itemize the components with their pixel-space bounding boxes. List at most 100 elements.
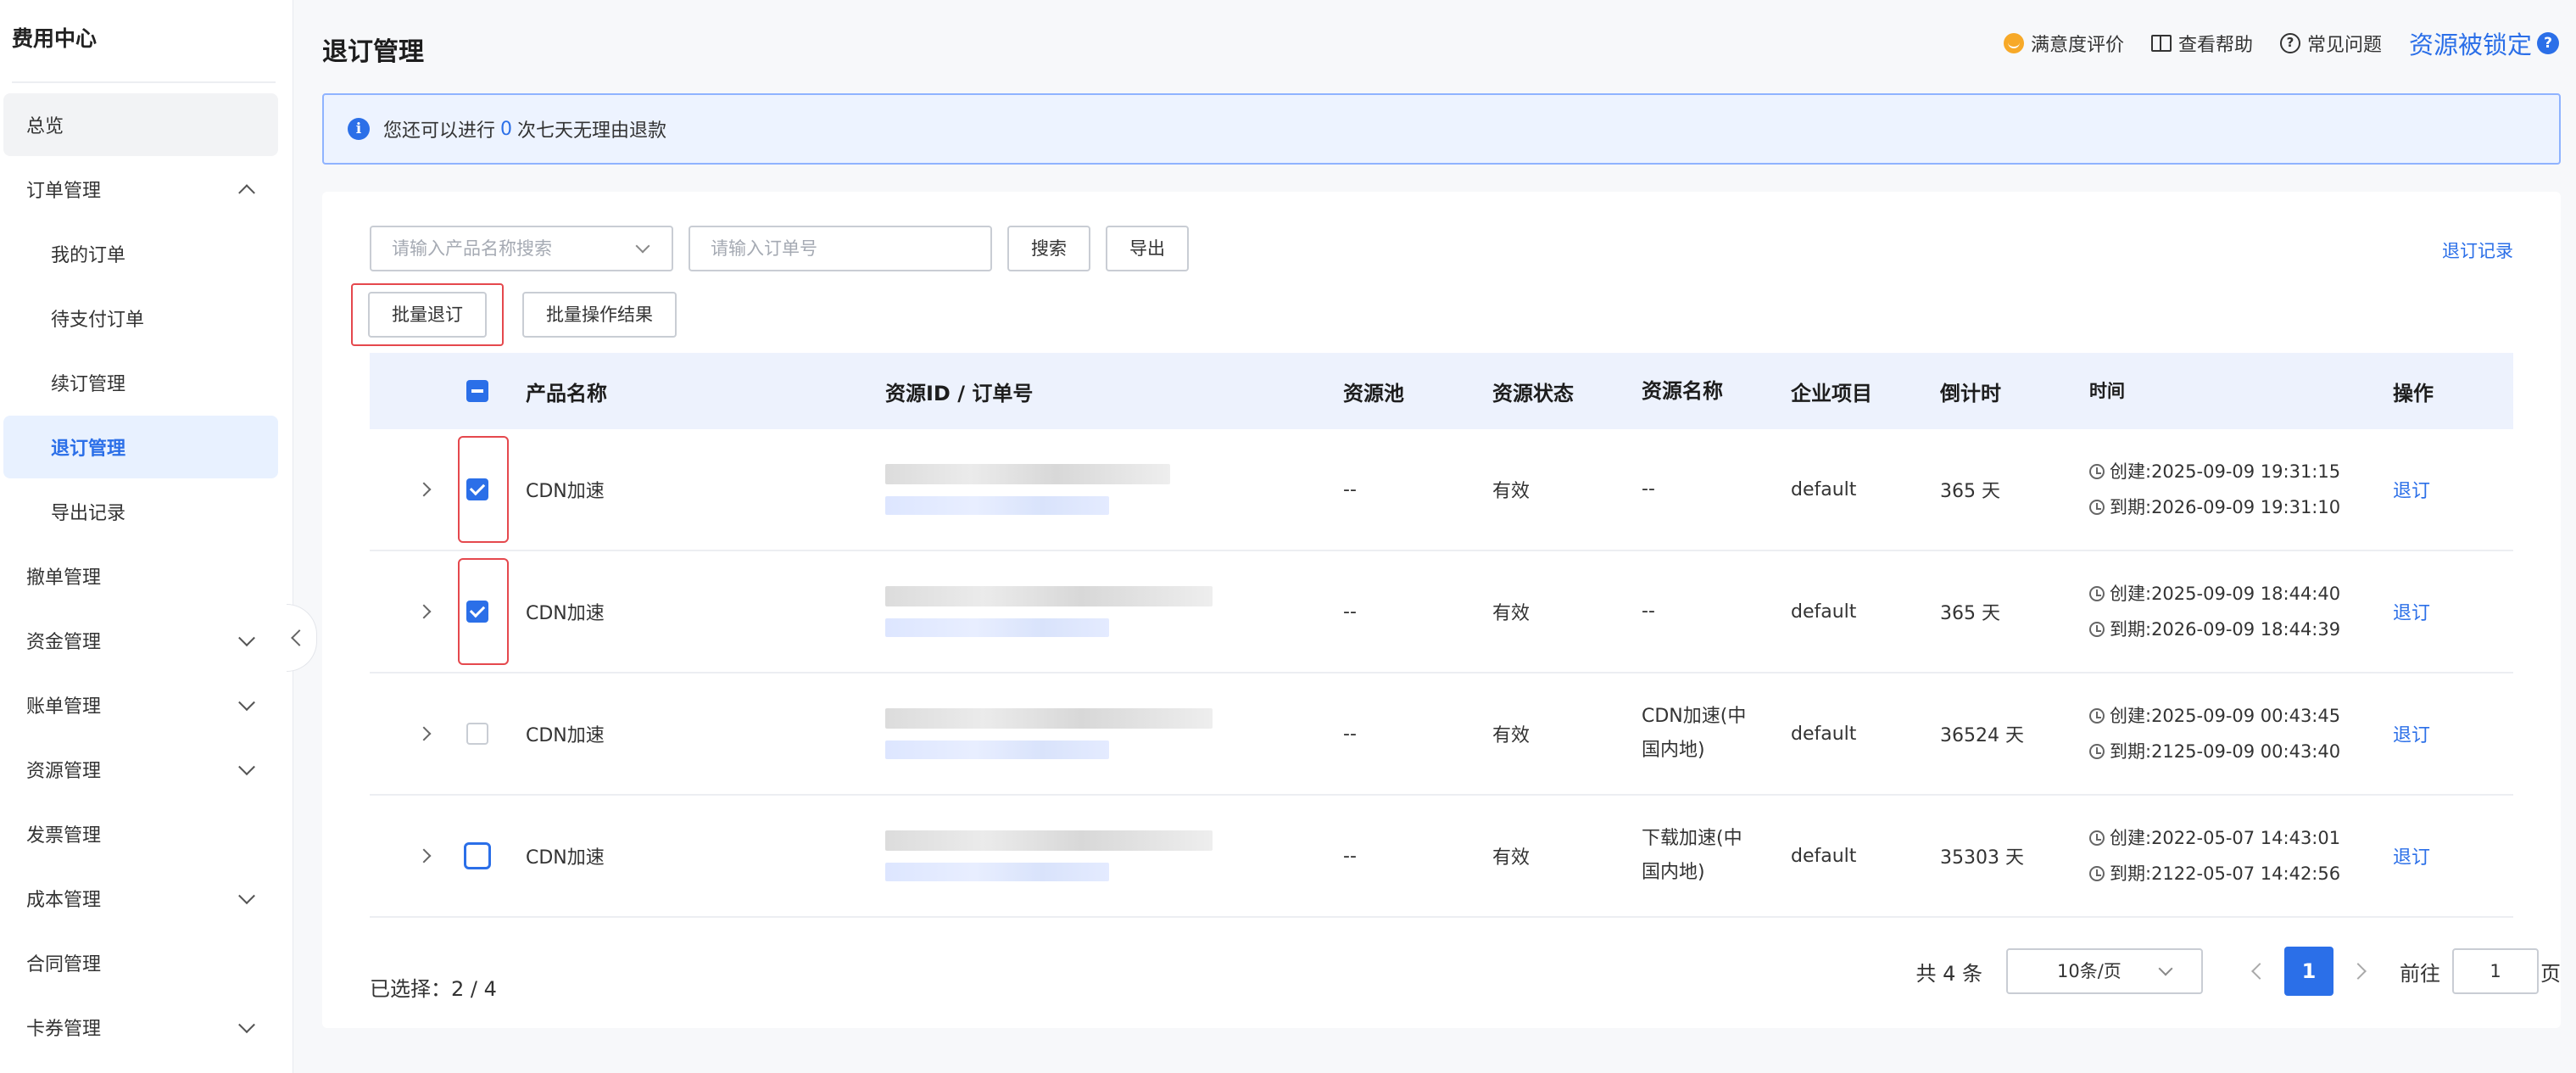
resource-id-cell [885, 586, 1343, 637]
next-page-button[interactable] [2349, 948, 2374, 994]
refund-records-link[interactable]: 退订记录 [2442, 238, 2513, 263]
countdown: 365 天 [1940, 481, 2000, 502]
sidebar-item-cost[interactable]: 成本管理 [3, 867, 278, 930]
expand-row-icon[interactable] [416, 726, 432, 741]
prev-page-button[interactable] [2244, 948, 2269, 994]
faq-label: 常见问题 [2306, 35, 2382, 56]
sidebar-item-label: 待支付订单 [51, 310, 145, 331]
export-button[interactable]: 导出 [1106, 226, 1189, 271]
sidebar-item-resources[interactable]: 资源管理 [3, 738, 278, 801]
sidebar-item-export-records[interactable]: 导出记录 [3, 480, 278, 543]
faq-link[interactable]: ? 常见问题 [2279, 30, 2382, 57]
sidebar-item-label: 发票管理 [26, 825, 102, 847]
expand-row-icon[interactable] [416, 604, 432, 619]
resource-name: 下载加速(中国内地) [1642, 828, 1742, 883]
unsubscribe-link[interactable]: 退订 [2393, 598, 2478, 625]
checkbox-cell [458, 551, 526, 672]
unsubscribe-link[interactable]: 退订 [2393, 720, 2478, 747]
sidebar-item-coupons[interactable]: 卡券管理 [3, 996, 278, 1059]
sidebar-item-label: 撤单管理 [26, 567, 102, 589]
search-button[interactable]: 搜索 [1007, 226, 1090, 271]
sidebar-item-my-orders[interactable]: 我的订单 [3, 222, 278, 285]
header-resource-id: 资源ID / 订单号 [885, 381, 1034, 405]
expand-cell [370, 429, 458, 550]
redacted-resource-id [885, 708, 1213, 729]
resource-locked-link[interactable]: 资源被锁定? [2409, 25, 2559, 61]
sidebar-item-overview[interactable]: 总览 [3, 93, 278, 156]
batch-refund-button[interactable]: 批量退订 [368, 292, 487, 338]
batch-refund-highlight: 批量退订 [351, 283, 504, 346]
order-number-input[interactable]: 请输入订单号 [689, 226, 992, 271]
refund-table: 产品名称 资源ID / 订单号 资源池 资源状态 资源名称 企业项目 倒计时 时… [370, 353, 2513, 918]
chevron-up-icon [238, 184, 255, 202]
page-size-value: 10条/页 [2057, 961, 2122, 981]
resource-pool: -- [1343, 845, 1357, 867]
sidebar-item-label: 我的订单 [51, 245, 126, 266]
question-icon: ? [2279, 33, 2300, 53]
enterprise-project: default [1791, 723, 1857, 745]
redacted-resource-id [885, 464, 1170, 484]
created-time: 创建:2025-09-09 18:44:40 [2110, 584, 2341, 604]
expand-row-icon[interactable] [416, 848, 432, 863]
batch-result-button[interactable]: 批量操作结果 [522, 292, 677, 338]
sidebar-item-label: 资源管理 [26, 761, 102, 782]
table-row: CDN加速 -- 有效 CDN加速(中国内地) default 36524 天 … [370, 673, 2513, 796]
row-checkbox[interactable] [464, 842, 491, 869]
sidebar-item-orders[interactable]: 订单管理 [3, 158, 278, 221]
select-all-checkbox[interactable] [466, 380, 488, 402]
header-checkbox-cell [458, 353, 526, 429]
resource-pool: -- [1343, 601, 1357, 623]
expand-row-icon[interactable] [416, 482, 432, 497]
header-countdown: 倒计时 [1940, 381, 2001, 405]
sidebar-item-invoices[interactable]: 发票管理 [3, 802, 278, 865]
redacted-order-id [885, 863, 1109, 881]
sidebar-collapse-handle[interactable] [287, 604, 317, 672]
sidebar-item-unsubscribe[interactable]: 退订管理 [3, 416, 278, 478]
row-checkbox[interactable] [466, 601, 488, 623]
batch-actions: 批量退订 批量操作结果 [351, 283, 677, 346]
countdown: 365 天 [1940, 603, 2000, 624]
product-name: CDN加速 [526, 725, 605, 746]
redacted-resource-id [885, 586, 1213, 606]
help-link[interactable]: 查看帮助 [2150, 30, 2253, 57]
product-search-select[interactable]: 请输入产品名称搜索 [370, 226, 673, 271]
sidebar-item-cancellation[interactable]: 撤单管理 [3, 545, 278, 607]
redacted-order-id [885, 618, 1109, 637]
sidebar-item-renewal[interactable]: 续订管理 [3, 351, 278, 414]
total-count: 共 4 条 [1915, 961, 1982, 986]
book-icon [2150, 35, 2172, 52]
page-size-select[interactable]: 10条/页 [2006, 948, 2203, 994]
time-cell: 创建:2025-09-09 19:31:15 到期:2026-09-09 19:… [2089, 454, 2393, 525]
redacted-order-id [885, 740, 1109, 759]
enterprise-project: default [1791, 601, 1857, 623]
unsubscribe-link[interactable]: 退订 [2393, 842, 2478, 869]
sidebar-item-label: 卡券管理 [26, 1019, 102, 1040]
goto-suffix: 页 [2540, 961, 2561, 986]
satisfaction-link[interactable]: 满意度评价 [2003, 30, 2124, 57]
page-title: 退订管理 [322, 37, 424, 67]
product-name: CDN加速 [526, 847, 605, 869]
sidebar-item-pending-payment[interactable]: 待支付订单 [3, 287, 278, 349]
sidebar-item-bills[interactable]: 账单管理 [3, 673, 278, 736]
row-checkbox[interactable] [466, 723, 488, 745]
clock-icon [2089, 500, 2105, 515]
sidebar-nav: 总览 订单管理 我的订单 待支付订单 续订管理 退订管理 导出记录 撤单管理 资… [0, 93, 293, 1060]
sidebar-item-contracts[interactable]: 合同管理 [3, 931, 278, 994]
goto-label: 前往 [2400, 961, 2440, 986]
expand-cell [370, 673, 458, 794]
countdown: 35303 天 [1940, 847, 2024, 869]
page-1-button[interactable]: 1 [2284, 947, 2333, 996]
created-time: 创建:2022-05-07 14:43:01 [2110, 828, 2341, 848]
unsubscribe-link[interactable]: 退订 [2393, 476, 2478, 503]
resource-status: 有效 [1492, 847, 1531, 869]
chevron-down-icon [238, 629, 255, 647]
table-row: CDN加速 -- 有效 -- default 365 天 创建:2025-09-… [370, 429, 2513, 551]
clock-icon [2089, 744, 2105, 759]
header-project: 企业项目 [1791, 381, 1872, 405]
goto-page-input[interactable]: 1 [2452, 948, 2539, 994]
enterprise-project: default [1791, 478, 1857, 500]
banner-suffix: 次七天无理由退款 [517, 120, 667, 142]
sidebar-item-funds[interactable]: 资金管理 [3, 609, 278, 672]
header-product: 产品名称 [526, 381, 607, 405]
row-checkbox[interactable] [466, 478, 488, 500]
